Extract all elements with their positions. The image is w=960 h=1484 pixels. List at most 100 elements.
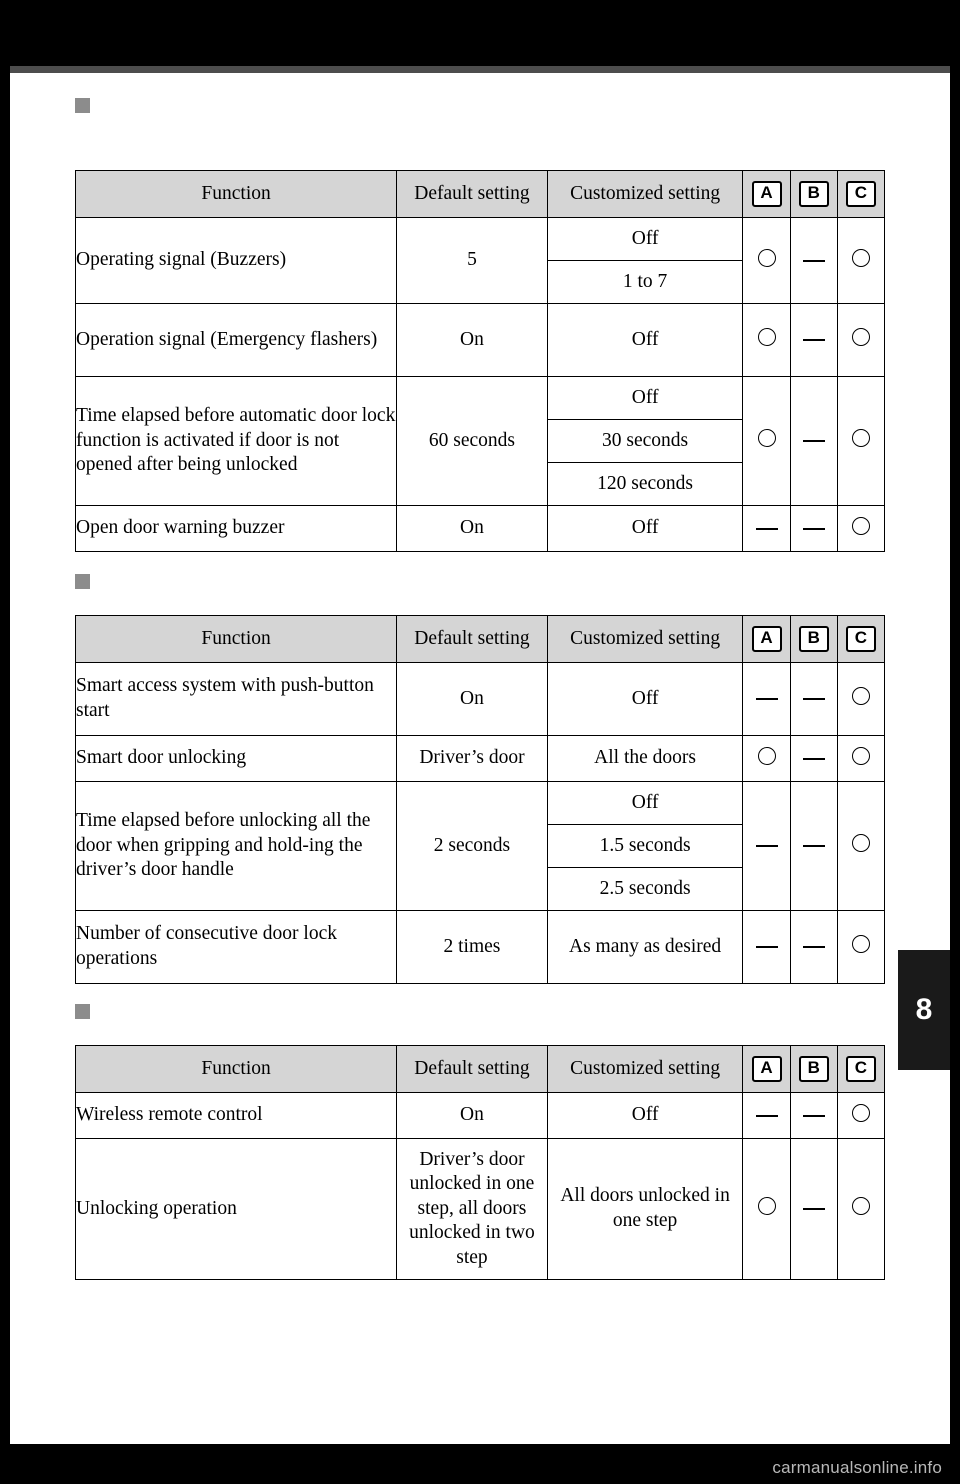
cell-function: Time elapsed before automatic door lock …: [74, 376, 398, 506]
header-column-a: A: [742, 170, 791, 218]
header-customized-setting: Customized setting: [546, 1045, 744, 1093]
table-2-header-row: Function Default setting Customized sett…: [74, 615, 886, 663]
cell-default: On: [396, 1092, 548, 1139]
cell-mark-a: [742, 662, 791, 736]
cell-customized: 1.5 seconds: [546, 824, 744, 868]
cell-mark-b: [789, 303, 838, 377]
cell-mark-a: [742, 781, 791, 911]
cell-customized: All doors unlocked in one step: [546, 1138, 744, 1280]
cell-mark-c: [836, 781, 886, 911]
cell-customized: 2.5 seconds: [546, 867, 744, 911]
section-marker-3: [75, 1004, 90, 1019]
cell-function: Smart access system with push-button sta…: [74, 662, 398, 736]
cell-default: Driver’s door: [396, 735, 548, 782]
cell-function: Unlocking operation: [74, 1138, 398, 1280]
cell-customized: Off: [546, 662, 744, 736]
cell-customized: Off: [546, 376, 744, 420]
cell-function: Operating signal (Buzzers): [74, 217, 398, 304]
cell-default: On: [396, 303, 548, 377]
cell-mark-a: [742, 910, 791, 984]
cell-mark-b: [789, 1092, 838, 1139]
chapter-tab: 8: [898, 950, 950, 1070]
cell-mark-b: [789, 505, 838, 552]
table-row: Unlocking operation Driver’s door unlock…: [74, 1138, 886, 1280]
section-marker-2: [75, 574, 90, 589]
cell-function: Time elapsed before unlocking all the do…: [74, 781, 398, 911]
cell-mark-c: [836, 303, 886, 377]
table-3: Function Default setting Customized sett…: [74, 1045, 886, 1280]
cell-customized: Off: [546, 1092, 744, 1139]
cell-customized: 30 seconds: [546, 419, 744, 463]
table-row: Smart door unlocking Driver’s door All t…: [74, 735, 886, 782]
table-row: Number of consecutive door lock operatio…: [74, 910, 886, 984]
cell-mark-a: [742, 376, 791, 506]
table-1-header-row: Function Default setting Customized sett…: [74, 170, 886, 218]
cell-mark-c: [836, 505, 886, 552]
cell-mark-b: [789, 781, 838, 911]
cell-mark-a: [742, 303, 791, 377]
cell-default: On: [396, 662, 548, 736]
chip-a: A: [751, 1056, 782, 1082]
cell-mark-c: [836, 910, 886, 984]
cell-mark-c: [836, 662, 886, 736]
cell-function: Operation signal (Emergency flashers): [74, 303, 398, 377]
chip-a: A: [751, 626, 782, 652]
header-customized-setting: Customized setting: [546, 170, 744, 218]
table-row: Wireless remote control On Off: [74, 1092, 886, 1139]
header-column-b: B: [789, 170, 838, 218]
cell-mark-c: [836, 376, 886, 506]
chip-b: B: [798, 181, 829, 207]
table-3-header-row: Function Default setting Customized sett…: [74, 1045, 886, 1093]
header-column-c: C: [836, 615, 886, 663]
header-column-b: B: [789, 1045, 838, 1093]
cell-default: 2 seconds: [396, 781, 548, 911]
cell-default: Driver’s door unlocked in one step, all …: [396, 1138, 548, 1280]
header-default-setting: Default setting: [396, 615, 548, 663]
page-right-black-band: [950, 0, 960, 1484]
cell-customized: 120 seconds: [546, 462, 744, 506]
cell-default: On: [396, 505, 548, 552]
header-default-setting: Default setting: [396, 170, 548, 218]
cell-default: 2 times: [396, 910, 548, 984]
cell-mark-b: [789, 910, 838, 984]
cell-function: Smart door unlocking: [74, 735, 398, 782]
table-row: Operating signal (Buzzers) 5 Off: [74, 217, 886, 304]
table-row: Operation signal (Emergency flashers) On…: [74, 303, 886, 377]
cell-mark-c: [836, 217, 886, 304]
chip-c: C: [845, 1056, 876, 1082]
chip-b: B: [798, 1056, 829, 1082]
header-column-a: A: [742, 1045, 791, 1093]
cell-mark-c: [836, 1138, 886, 1280]
table-row: Smart access system with push-button sta…: [74, 662, 886, 736]
cell-mark-b: [789, 1138, 838, 1280]
cell-mark-a: [742, 735, 791, 782]
cell-customized: As many as desired: [546, 910, 744, 984]
cell-customized: Off: [546, 303, 744, 377]
cell-customized: Off: [546, 781, 744, 825]
chip-a: A: [751, 181, 782, 207]
cell-mark-a: [742, 505, 791, 552]
cell-customized: All the doors: [546, 735, 744, 782]
cell-customized: Off: [546, 217, 744, 261]
cell-customized: Off: [546, 505, 744, 552]
page-left-black-band: [0, 0, 10, 1484]
cell-mark-c: [836, 735, 886, 782]
cell-customized: 1 to 7: [546, 260, 744, 304]
cell-mark-a: [742, 217, 791, 304]
page-top-black-band: [0, 0, 960, 66]
cell-mark-a: [742, 1138, 791, 1280]
cell-mark-b: [789, 662, 838, 736]
section-marker-1: [75, 98, 90, 113]
cell-function: Number of consecutive door lock operatio…: [74, 910, 398, 984]
cell-mark-c: [836, 1092, 886, 1139]
header-customized-setting: Customized setting: [546, 615, 744, 663]
table-row: Open door warning buzzer On Off: [74, 505, 886, 552]
table-row: Time elapsed before automatic door lock …: [74, 376, 886, 506]
table-row: Time elapsed before unlocking all the do…: [74, 781, 886, 911]
page-top-gray-rule: [0, 66, 960, 73]
cell-mark-b: [789, 735, 838, 782]
table-1: Function Default setting Customized sett…: [74, 170, 886, 552]
cell-mark-a: [742, 1092, 791, 1139]
header-function: Function: [74, 615, 398, 663]
chip-c: C: [845, 181, 876, 207]
